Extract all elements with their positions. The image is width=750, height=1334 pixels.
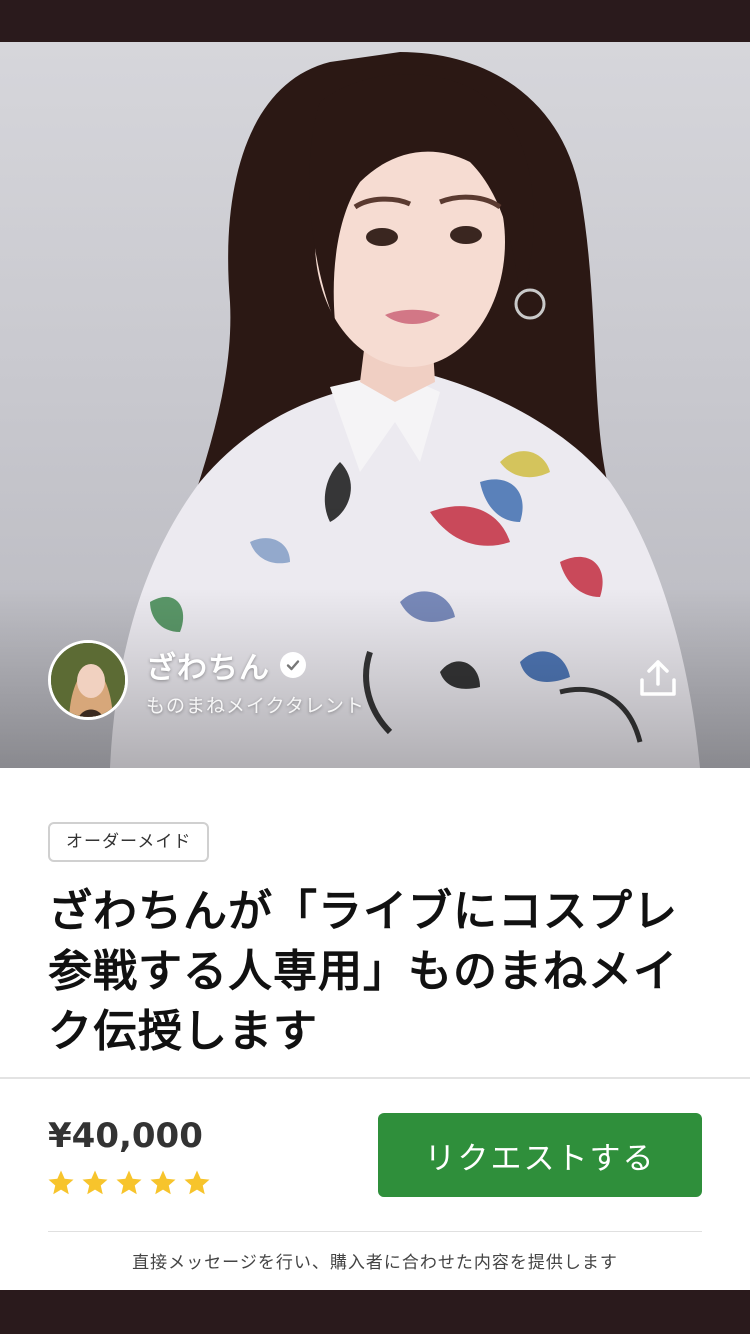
hero-image: ざわちん ものまねメイクタレント xyxy=(0,42,750,768)
verified-check-icon xyxy=(280,651,306,678)
creator-subtitle: ものまねメイクタレント xyxy=(146,694,365,717)
product-price: ¥40,000 xyxy=(48,1116,203,1156)
share-icon[interactable] xyxy=(634,654,682,702)
star-icon xyxy=(184,1170,210,1195)
product-detail-screen: ざわちん ものまねメイクタレント オーダーメイド ざわちんが「ライブにコスプレ参… xyxy=(0,0,750,1334)
creator-info: ざわちん ものまねメイクタレント xyxy=(146,643,365,718)
rating-stars xyxy=(46,1168,216,1198)
home-indicator-bar xyxy=(0,1290,750,1334)
product-title: ざわちんが「ライブにコスプレ参戦する人専用」ものまねメイク伝授します xyxy=(48,886,678,1057)
avatar-image xyxy=(51,643,125,717)
divider xyxy=(0,1077,750,1079)
status-bar xyxy=(0,0,750,42)
order-type-tag: オーダーメイド xyxy=(48,822,210,862)
request-button[interactable]: リクエストする xyxy=(378,1113,702,1197)
star-icon xyxy=(150,1170,176,1195)
star-icon xyxy=(48,1170,74,1195)
star-icon xyxy=(82,1170,108,1195)
creator-name-row: ざわちん xyxy=(146,643,365,687)
creator-profile[interactable]: ざわちん ものまねメイクタレント xyxy=(48,640,365,720)
star-icon xyxy=(116,1170,142,1195)
purchase-note: 直接メッセージを行い、購入者に合わせた内容を提供します xyxy=(132,1253,618,1273)
creator-name: ざわちん xyxy=(146,650,270,686)
creator-avatar[interactable] xyxy=(48,640,128,720)
divider xyxy=(48,1231,702,1232)
